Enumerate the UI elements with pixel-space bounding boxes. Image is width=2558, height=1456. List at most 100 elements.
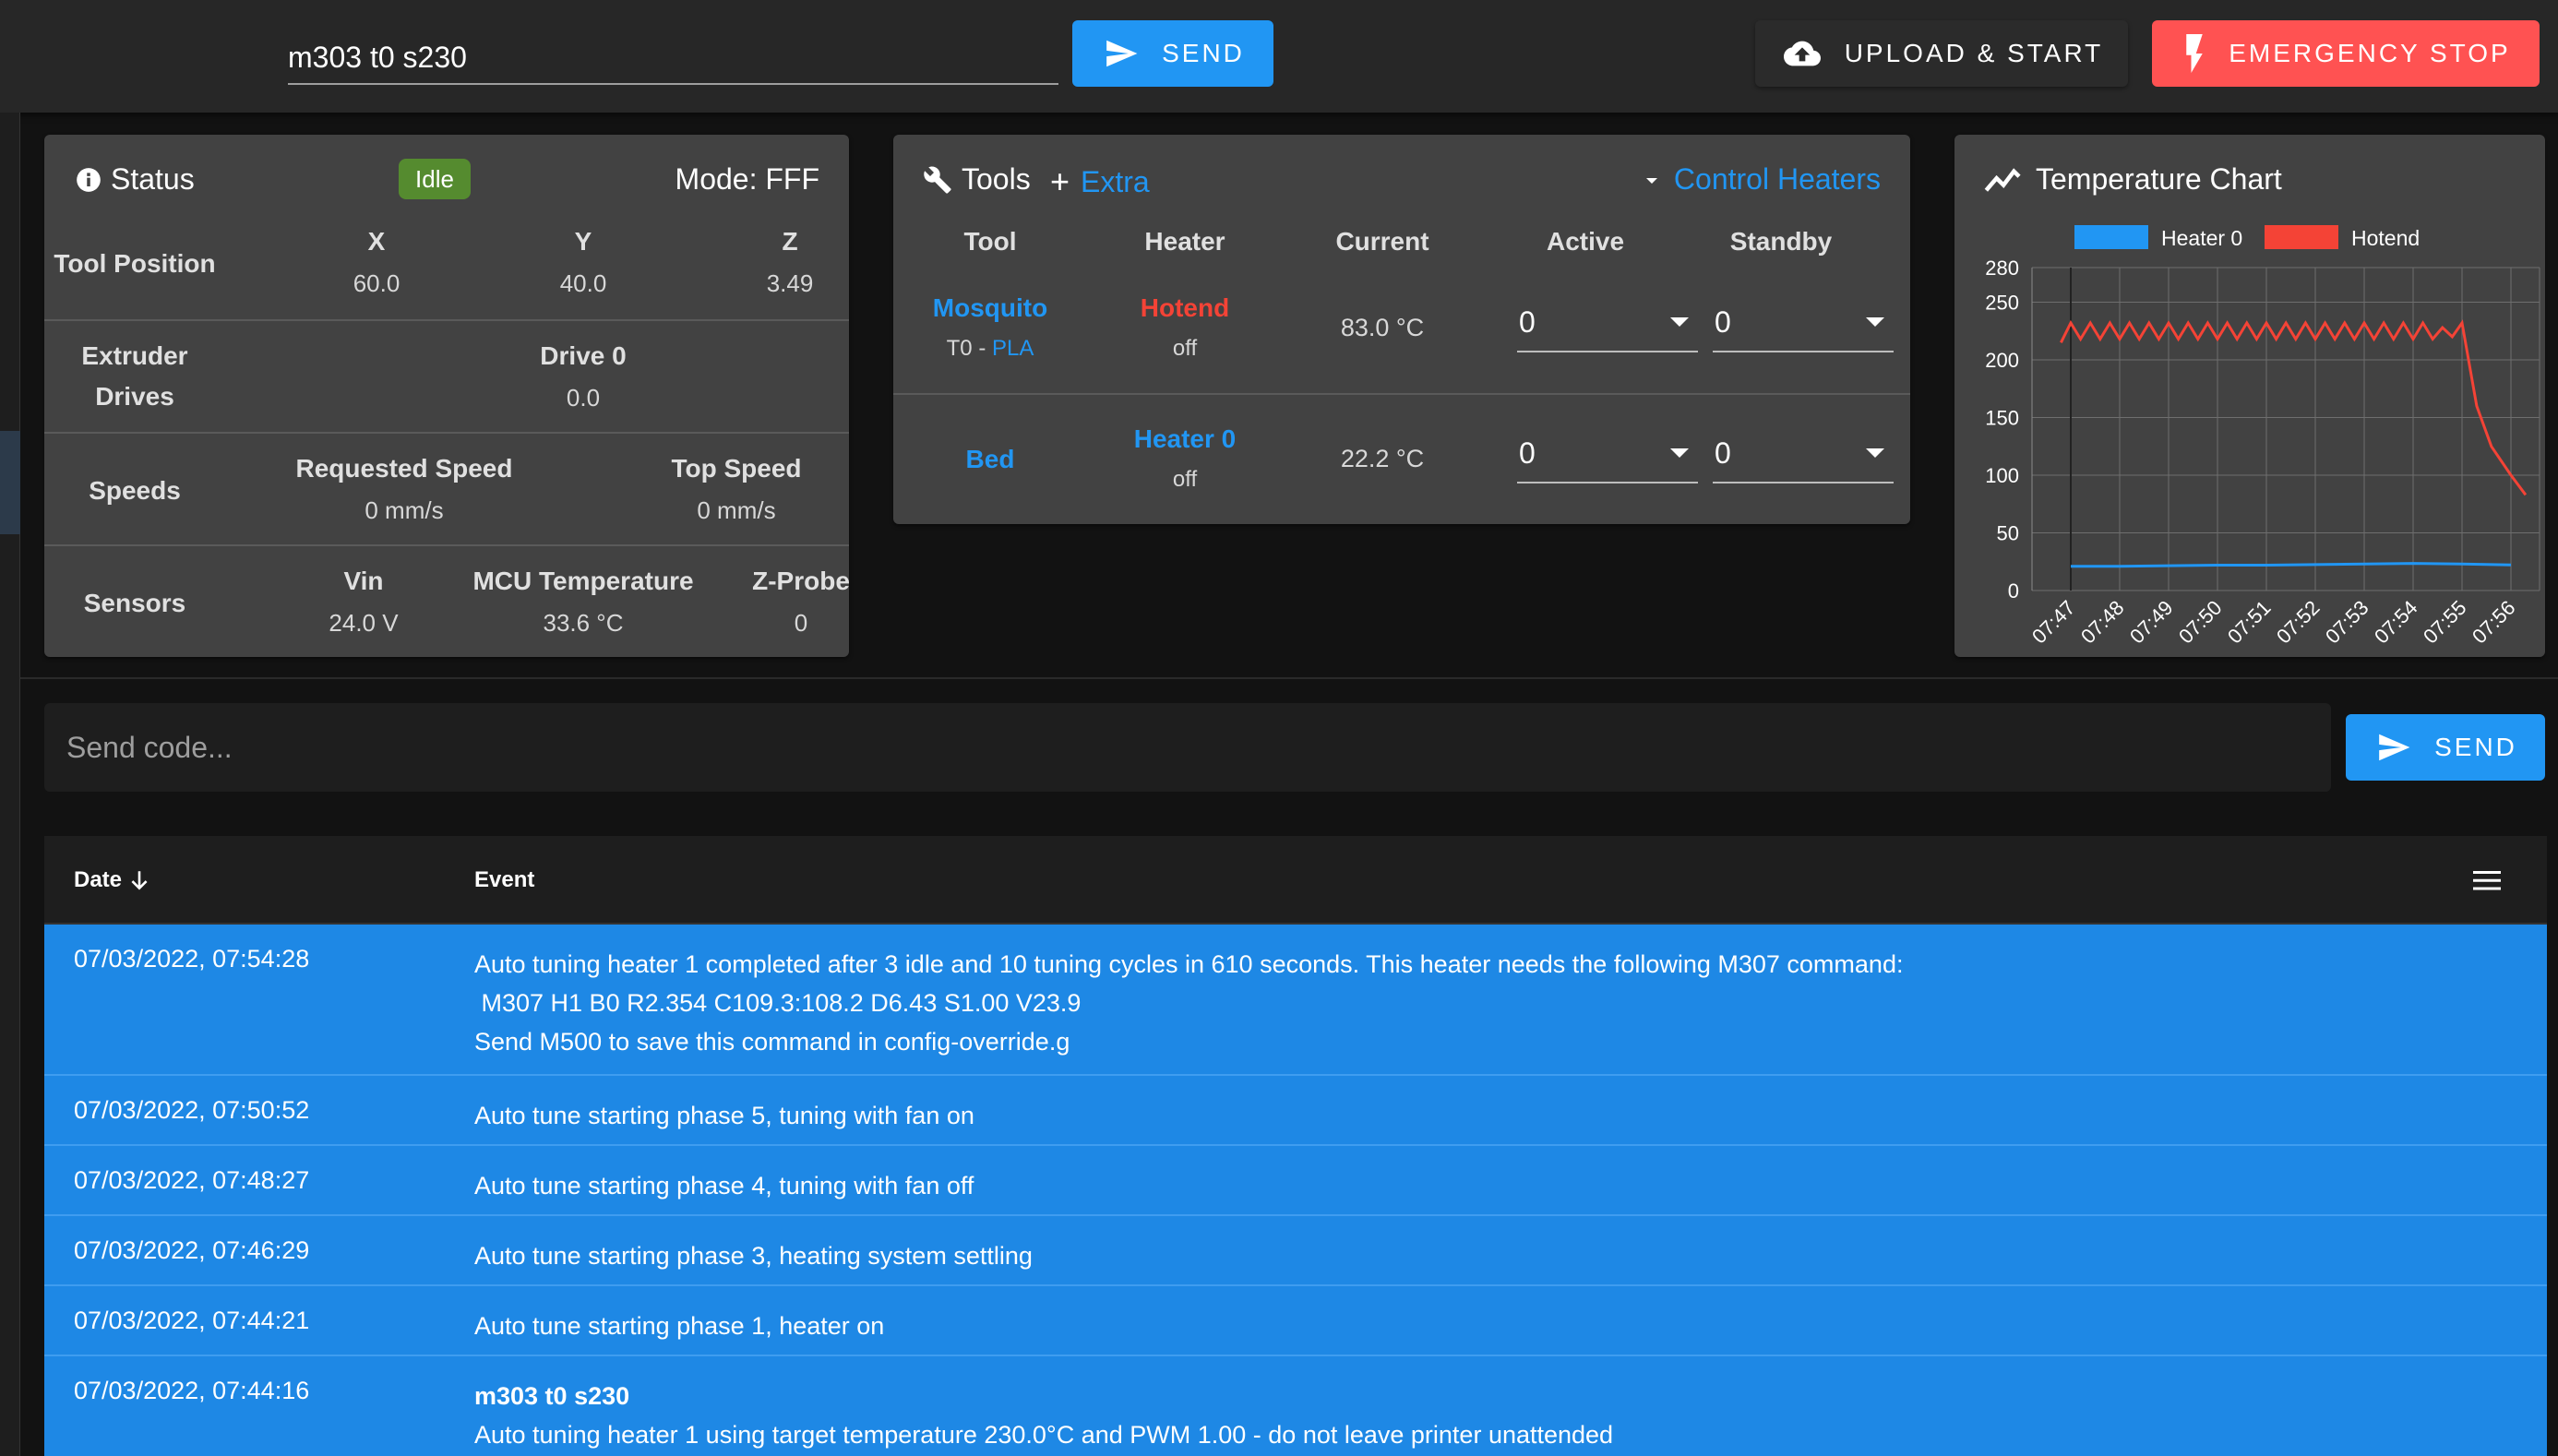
command-input[interactable] <box>288 22 1058 83</box>
section-divider <box>20 677 2558 679</box>
status-divider <box>44 319 849 321</box>
tools-divider <box>893 393 1910 395</box>
col-current: Current <box>1335 227 1429 256</box>
arrow-down-icon <box>131 871 148 890</box>
status-divider <box>44 432 849 434</box>
table-row[interactable]: 07/03/2022, 07:50:52 Auto tune starting p… <box>44 1076 2547 1146</box>
upload-start-button[interactable]: Upload & Start <box>1755 20 2128 87</box>
control-heaters-menu[interactable]: Control Heaters <box>1643 162 1881 197</box>
standby-temp-select[interactable]: 0 <box>1713 293 1894 352</box>
z-probe-label: Z-Probe <box>752 567 850 595</box>
menu-icon[interactable] <box>2473 869 2501 891</box>
temperature-chart: Heater 0 Hotend05010015020025028007:4707:… <box>1985 225 2540 649</box>
x-tick-label: 07:54 <box>2370 596 2422 649</box>
extra-link-text: Extra <box>1081 164 1150 198</box>
send-command-button[interactable]: Send <box>1072 20 1273 87</box>
event-command-title: m303 t0 s230 <box>474 1382 630 1410</box>
x-tick-label: 07:53 <box>2321 596 2373 649</box>
dropdown-caret-icon <box>1670 448 1689 458</box>
legend-label: Heater 0 <box>2161 226 2242 250</box>
active-temp-value: 0 <box>1519 436 1536 470</box>
speeds-label: Speeds <box>89 476 181 505</box>
x-tick-label: 07:47 <box>2027 596 2080 649</box>
event-date: 07/03/2022, 07:44:21 <box>74 1307 310 1334</box>
status-card: Status Idle Mode: FFF Tool Position X 60… <box>44 135 850 657</box>
mcu-temperature-value: 33.6 °C <box>543 609 624 637</box>
code-input[interactable] <box>44 703 2331 792</box>
emergency-stop-button[interactable]: Emergency Stop <box>2152 20 2540 87</box>
heater-name-heater-0[interactable]: Heater 0 <box>1093 424 1277 454</box>
standby-temp-select[interactable]: 0 <box>1713 424 1894 483</box>
top-speed-value: 0 mm/s <box>697 496 776 524</box>
command-input-wrap <box>288 22 1058 85</box>
event-message: m303 t0 s230 Auto tuning heater 1 using t… <box>474 1377 1613 1454</box>
mcu-temperature-label: MCU Temperature <box>472 567 694 595</box>
axis-y-value: 40.0 <box>559 269 607 297</box>
axis-x-label: X <box>367 227 386 256</box>
event-line: Auto tuning heater 1 using target temper… <box>474 1421 1614 1449</box>
tool-name-bed[interactable]: Bed <box>893 445 1087 474</box>
y-tick-label: 200 <box>1985 349 2019 372</box>
x-tick-label: 07:52 <box>2272 596 2325 649</box>
cloud-upload-icon <box>1783 41 1821 66</box>
top-app-bar: Send Upload & Start Emergency Stop <box>0 0 2558 113</box>
y-tick-label: 250 <box>1985 292 2019 315</box>
table-row[interactable]: 07/03/2022, 07:54:28 Auto tuning heater 1… <box>44 925 2547 1076</box>
current-temperature: 22.2 °C <box>1340 445 1425 472</box>
machine-mode: Mode: FFF <box>675 162 819 196</box>
standby-temp-value: 0 <box>1715 304 1731 339</box>
caret-down-icon <box>1645 177 1657 184</box>
active-temp-select[interactable]: 0 <box>1517 293 1698 352</box>
extruder-label-line2: Drives <box>95 382 174 411</box>
standby-temp-value: 0 <box>1715 436 1731 470</box>
send-command-label: Send <box>1162 39 1245 67</box>
event-date: 07/03/2022, 07:54:28 <box>74 945 310 973</box>
event-date: 07/03/2022, 07:50:52 <box>74 1096 310 1124</box>
z-probe-value: 0 <box>794 609 808 637</box>
extra-link[interactable]: + Extra <box>1050 162 1150 201</box>
send-code-label: Send <box>2434 733 2517 761</box>
event-date: 07/03/2022, 07:44:16 <box>74 1377 310 1404</box>
active-temp-value: 0 <box>1519 304 1536 339</box>
wrench-icon <box>924 165 951 194</box>
requested-speed-label: Requested Speed <box>295 454 513 483</box>
tool-name-mosquito[interactable]: Mosquito <box>893 293 1087 323</box>
event-message: Auto tune starting phase 1, heater on <box>474 1307 884 1345</box>
vin-value: 24.0 V <box>329 609 399 637</box>
series-line <box>2071 562 2512 568</box>
status-divider <box>44 544 849 546</box>
table-row[interactable]: 07/03/2022, 07:44:21 Auto tune starting p… <box>44 1286 2547 1356</box>
nav-rail <box>0 113 20 1456</box>
legend-label: Hotend <box>2351 226 2420 250</box>
code-input-wrap <box>44 703 2331 792</box>
table-row[interactable]: 07/03/2022, 07:48:27 Auto tune starting p… <box>44 1146 2547 1216</box>
table-row[interactable]: 07/03/2022, 07:44:16 m303 t0 s230 Auto tun… <box>44 1356 2547 1456</box>
active-temp-select[interactable]: 0 <box>1517 424 1698 483</box>
col-active: Active <box>1546 227 1625 256</box>
nav-rail-active-item[interactable] <box>0 431 20 534</box>
plus-icon: + <box>1050 162 1070 200</box>
heater-state: off <box>1172 336 1198 361</box>
event-line: Auto tune starting phase 3, heating syst… <box>474 1242 1033 1270</box>
tools-title: Tools <box>923 162 1031 197</box>
axis-x-value: 60.0 <box>353 269 400 297</box>
event-line: Auto tune starting phase 4, tuning with … <box>474 1172 974 1199</box>
send-code-button[interactable]: Send <box>2346 714 2545 781</box>
dropdown-caret-icon <box>1670 317 1689 327</box>
table-header: Date Event <box>44 836 2547 925</box>
x-tick-label: 07:50 <box>2174 596 2227 649</box>
date-column-header[interactable]: Date <box>74 867 151 893</box>
table-row[interactable]: 07/03/2022, 07:46:29 Auto tune starting p… <box>44 1216 2547 1286</box>
top-speed-label: Top Speed <box>671 454 802 483</box>
event-line: Auto tuning heater 1 completed after 3 i… <box>474 950 1904 978</box>
tool-number: T0 - <box>946 336 992 361</box>
dropdown-caret-icon <box>1866 317 1884 327</box>
heater-name-hotend[interactable]: Hotend <box>1093 293 1277 323</box>
x-tick-label: 07:49 <box>2125 596 2178 649</box>
drive-0-label: Drive 0 <box>540 341 627 370</box>
events-table: Date Event 07/03/2022, 07:54:28 Auto tuni… <box>44 836 2547 1456</box>
filament-link[interactable]: PLA <box>992 336 1034 361</box>
event-column-header: Event <box>474 867 535 892</box>
heater-state: off <box>1172 467 1198 492</box>
series-line <box>2060 319 2528 496</box>
